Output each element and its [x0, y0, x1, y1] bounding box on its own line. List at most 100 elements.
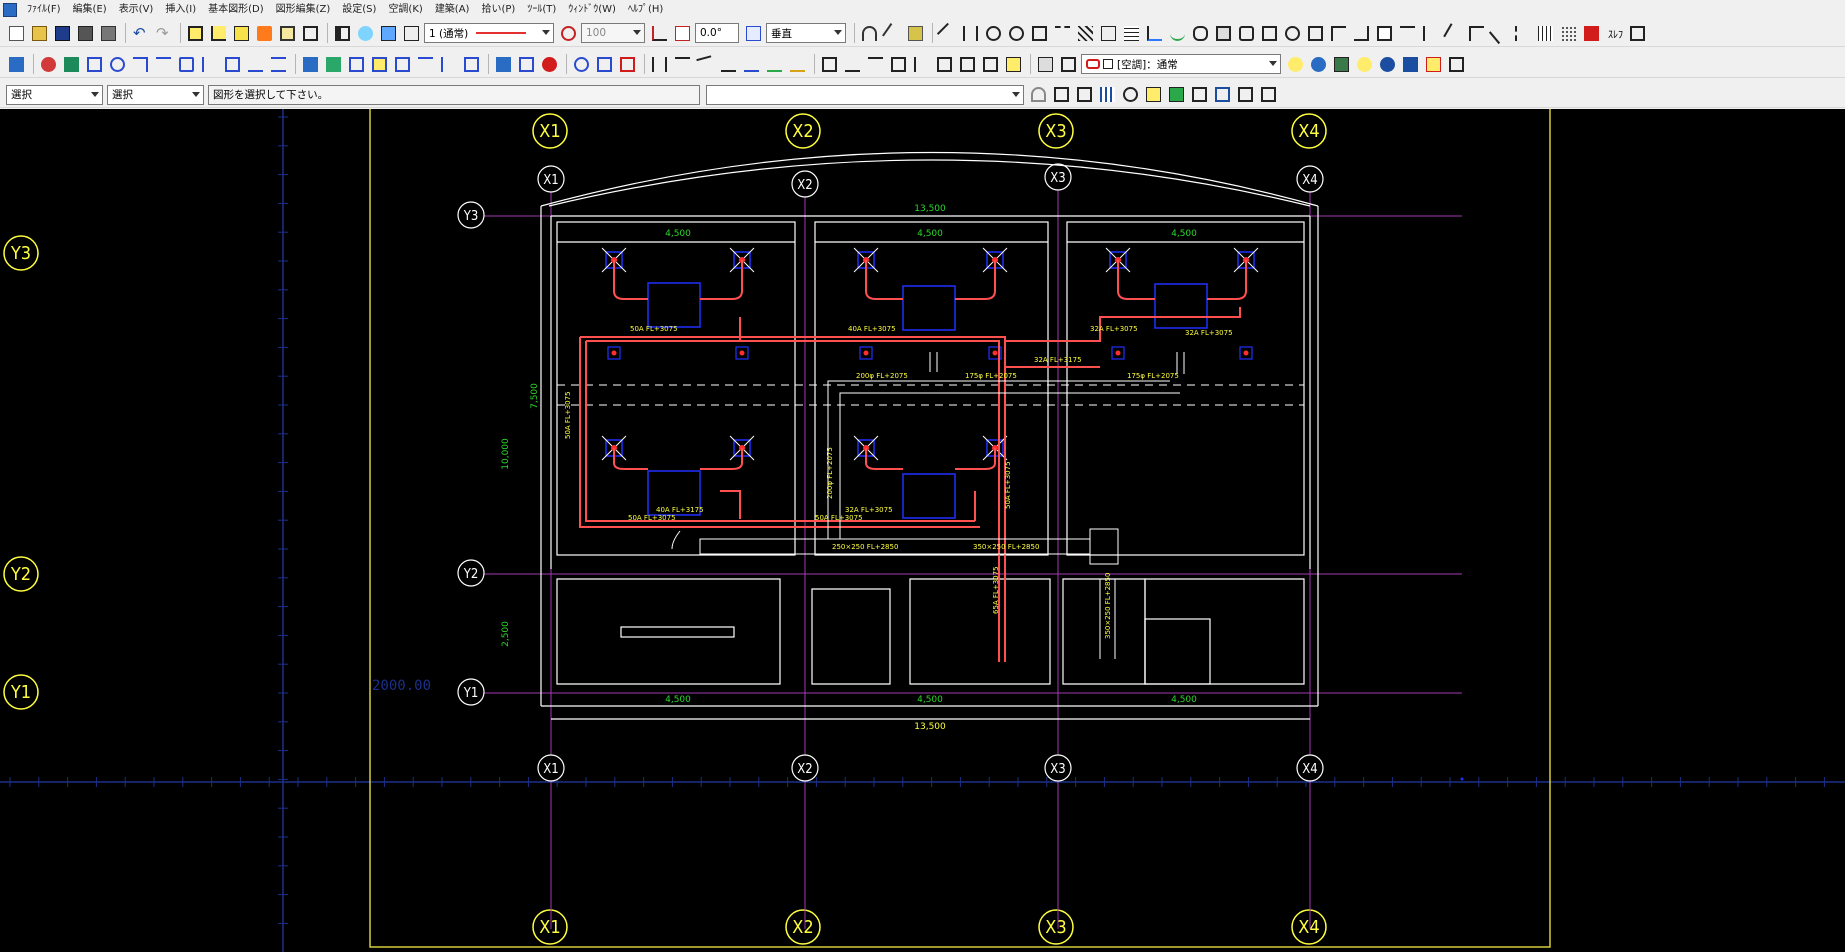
zoom-extents-button[interactable] [231, 23, 252, 44]
select-mode-1[interactable]: 選択 [6, 84, 103, 105]
redo-button[interactable]: ↷ [153, 23, 174, 44]
duct-branch-button[interactable] [323, 54, 344, 75]
fixture-button[interactable] [84, 54, 105, 75]
stamp-tool-button[interactable] [1236, 23, 1257, 44]
stretch-tool-button[interactable] [1420, 23, 1441, 44]
copy-tool-button[interactable] [1374, 23, 1395, 44]
riser-button[interactable] [199, 54, 220, 75]
delete-tool-button[interactable] [1581, 23, 1602, 44]
snap-perp-button[interactable] [1166, 84, 1187, 105]
reducer-button[interactable] [176, 54, 197, 75]
dimension-button[interactable] [208, 23, 229, 44]
palette-button[interactable] [1331, 54, 1352, 75]
symbol9-button[interactable] [1003, 54, 1024, 75]
slope-button[interactable] [695, 54, 716, 75]
valve-button[interactable] [107, 54, 128, 75]
pipe-routing-button[interactable] [38, 54, 59, 75]
light-button[interactable] [1354, 54, 1375, 75]
symbol8-button[interactable] [980, 54, 1001, 75]
flange-button[interactable] [222, 54, 243, 75]
layer-icon-button[interactable] [355, 23, 376, 44]
symbol4-button[interactable] [888, 54, 909, 75]
leader-tool-button[interactable] [1144, 23, 1165, 44]
layer-find-button[interactable] [1285, 54, 1306, 75]
balloon-tool-button[interactable] [1282, 23, 1303, 44]
cross-tool-button[interactable] [1466, 23, 1487, 44]
ref-tool-button[interactable] [1305, 23, 1326, 44]
corner-tool-button[interactable] [1351, 23, 1372, 44]
zone-button[interactable] [594, 54, 615, 75]
parallel-tool-button[interactable] [1512, 23, 1533, 44]
snap-tangent-button[interactable] [1212, 84, 1233, 105]
layer-manage-button[interactable] [1035, 54, 1056, 75]
undo-button[interactable]: ↶ [130, 23, 151, 44]
fitting-tool-button[interactable] [1328, 23, 1349, 44]
duct-button[interactable] [300, 54, 321, 75]
table-tool-button[interactable] [1121, 23, 1142, 44]
snap-midpoint-button[interactable] [1074, 84, 1095, 105]
spline-tool-button[interactable] [1052, 23, 1073, 44]
damper-button[interactable] [392, 54, 413, 75]
duct-connect-button[interactable] [415, 54, 436, 75]
snap-node-button[interactable] [1258, 84, 1279, 105]
text-tool-button[interactable] [1098, 23, 1119, 44]
duct-edit-button[interactable] [461, 54, 482, 75]
diffuser-button[interactable] [369, 54, 390, 75]
save-button[interactable] [52, 23, 73, 44]
menu-insert[interactable]: 挿入(I) [159, 0, 202, 19]
rectangle-tool-button[interactable] [1029, 23, 1050, 44]
sleeve-button[interactable] [516, 54, 537, 75]
drawing-canvas[interactable]: X1 X2 X3 X4 X1 X2 X3 X4 Y3 Y2 Y1 2000.00 [0, 109, 1845, 952]
microphone-icon[interactable] [1028, 84, 1049, 105]
grid-tool-button[interactable] [1535, 23, 1556, 44]
symbol-tool-button[interactable] [1167, 23, 1188, 44]
frame-button[interactable] [277, 23, 298, 44]
window-frame-button[interactable] [300, 23, 321, 44]
menu-view[interactable]: 表示(V) [113, 0, 160, 19]
pen-tool-button[interactable] [882, 22, 903, 44]
circle-center-button[interactable] [983, 23, 1004, 44]
circle-tool-button[interactable] [1006, 23, 1027, 44]
dotgrid-tool-button[interactable] [1558, 23, 1579, 44]
symbol6-button[interactable] [934, 54, 955, 75]
menu-basic-shape[interactable]: 基本図形(D) [202, 0, 270, 19]
annotation-button[interactable] [718, 54, 739, 75]
copy-props-button[interactable] [378, 23, 399, 44]
image-tool-button[interactable] [1259, 23, 1280, 44]
rotate-tool-button[interactable] [1443, 22, 1464, 44]
line-tool-button[interactable] [936, 22, 959, 44]
snap-button[interactable] [254, 23, 275, 44]
insulation-button[interactable] [493, 54, 514, 75]
annotation2-button[interactable] [741, 54, 762, 75]
move-tool-button[interactable] [1397, 23, 1418, 44]
layer-state-button[interactable] [1058, 54, 1079, 75]
menu-file[interactable]: ﾌｧｲﾙ(F) [21, 0, 67, 19]
symbol5-button[interactable] [911, 54, 932, 75]
pipe-branch-button[interactable] [61, 54, 82, 75]
pipe-edit-button[interactable] [268, 54, 289, 75]
elbow-button[interactable] [130, 54, 151, 75]
pipe-connect-button[interactable] [245, 54, 266, 75]
linetype-select[interactable]: 1 (通常) [424, 23, 554, 43]
new-file-button[interactable] [6, 23, 27, 44]
menu-takeoff[interactable]: 拾い(P) [475, 0, 521, 19]
snap-grid-button[interactable] [1097, 84, 1118, 105]
duct-size-button[interactable] [438, 54, 459, 75]
layer-lock-button[interactable] [1308, 54, 1329, 75]
select-mode-2[interactable]: 選択 [107, 84, 204, 105]
menu-tools[interactable]: ﾂｰﾙ(T) [521, 0, 562, 19]
snap-intersect-button[interactable] [1143, 84, 1164, 105]
tee-button[interactable] [153, 54, 174, 75]
print-area-button[interactable] [401, 23, 422, 44]
menu-architecture[interactable]: 建築(A) [429, 0, 476, 19]
hatch-tool-button[interactable] [1075, 23, 1096, 44]
snap-endpoint-button[interactable] [1051, 84, 1072, 105]
block-tool-button[interactable] [1213, 23, 1234, 44]
direction-select[interactable]: 垂直 [766, 23, 846, 43]
room-button[interactable] [617, 54, 638, 75]
annotation3-button[interactable] [764, 54, 785, 75]
anchor-button[interactable] [539, 54, 560, 75]
section-button[interactable] [649, 54, 670, 75]
duct-elbow-button[interactable] [346, 54, 367, 75]
arc-tool-button[interactable] [859, 23, 880, 44]
